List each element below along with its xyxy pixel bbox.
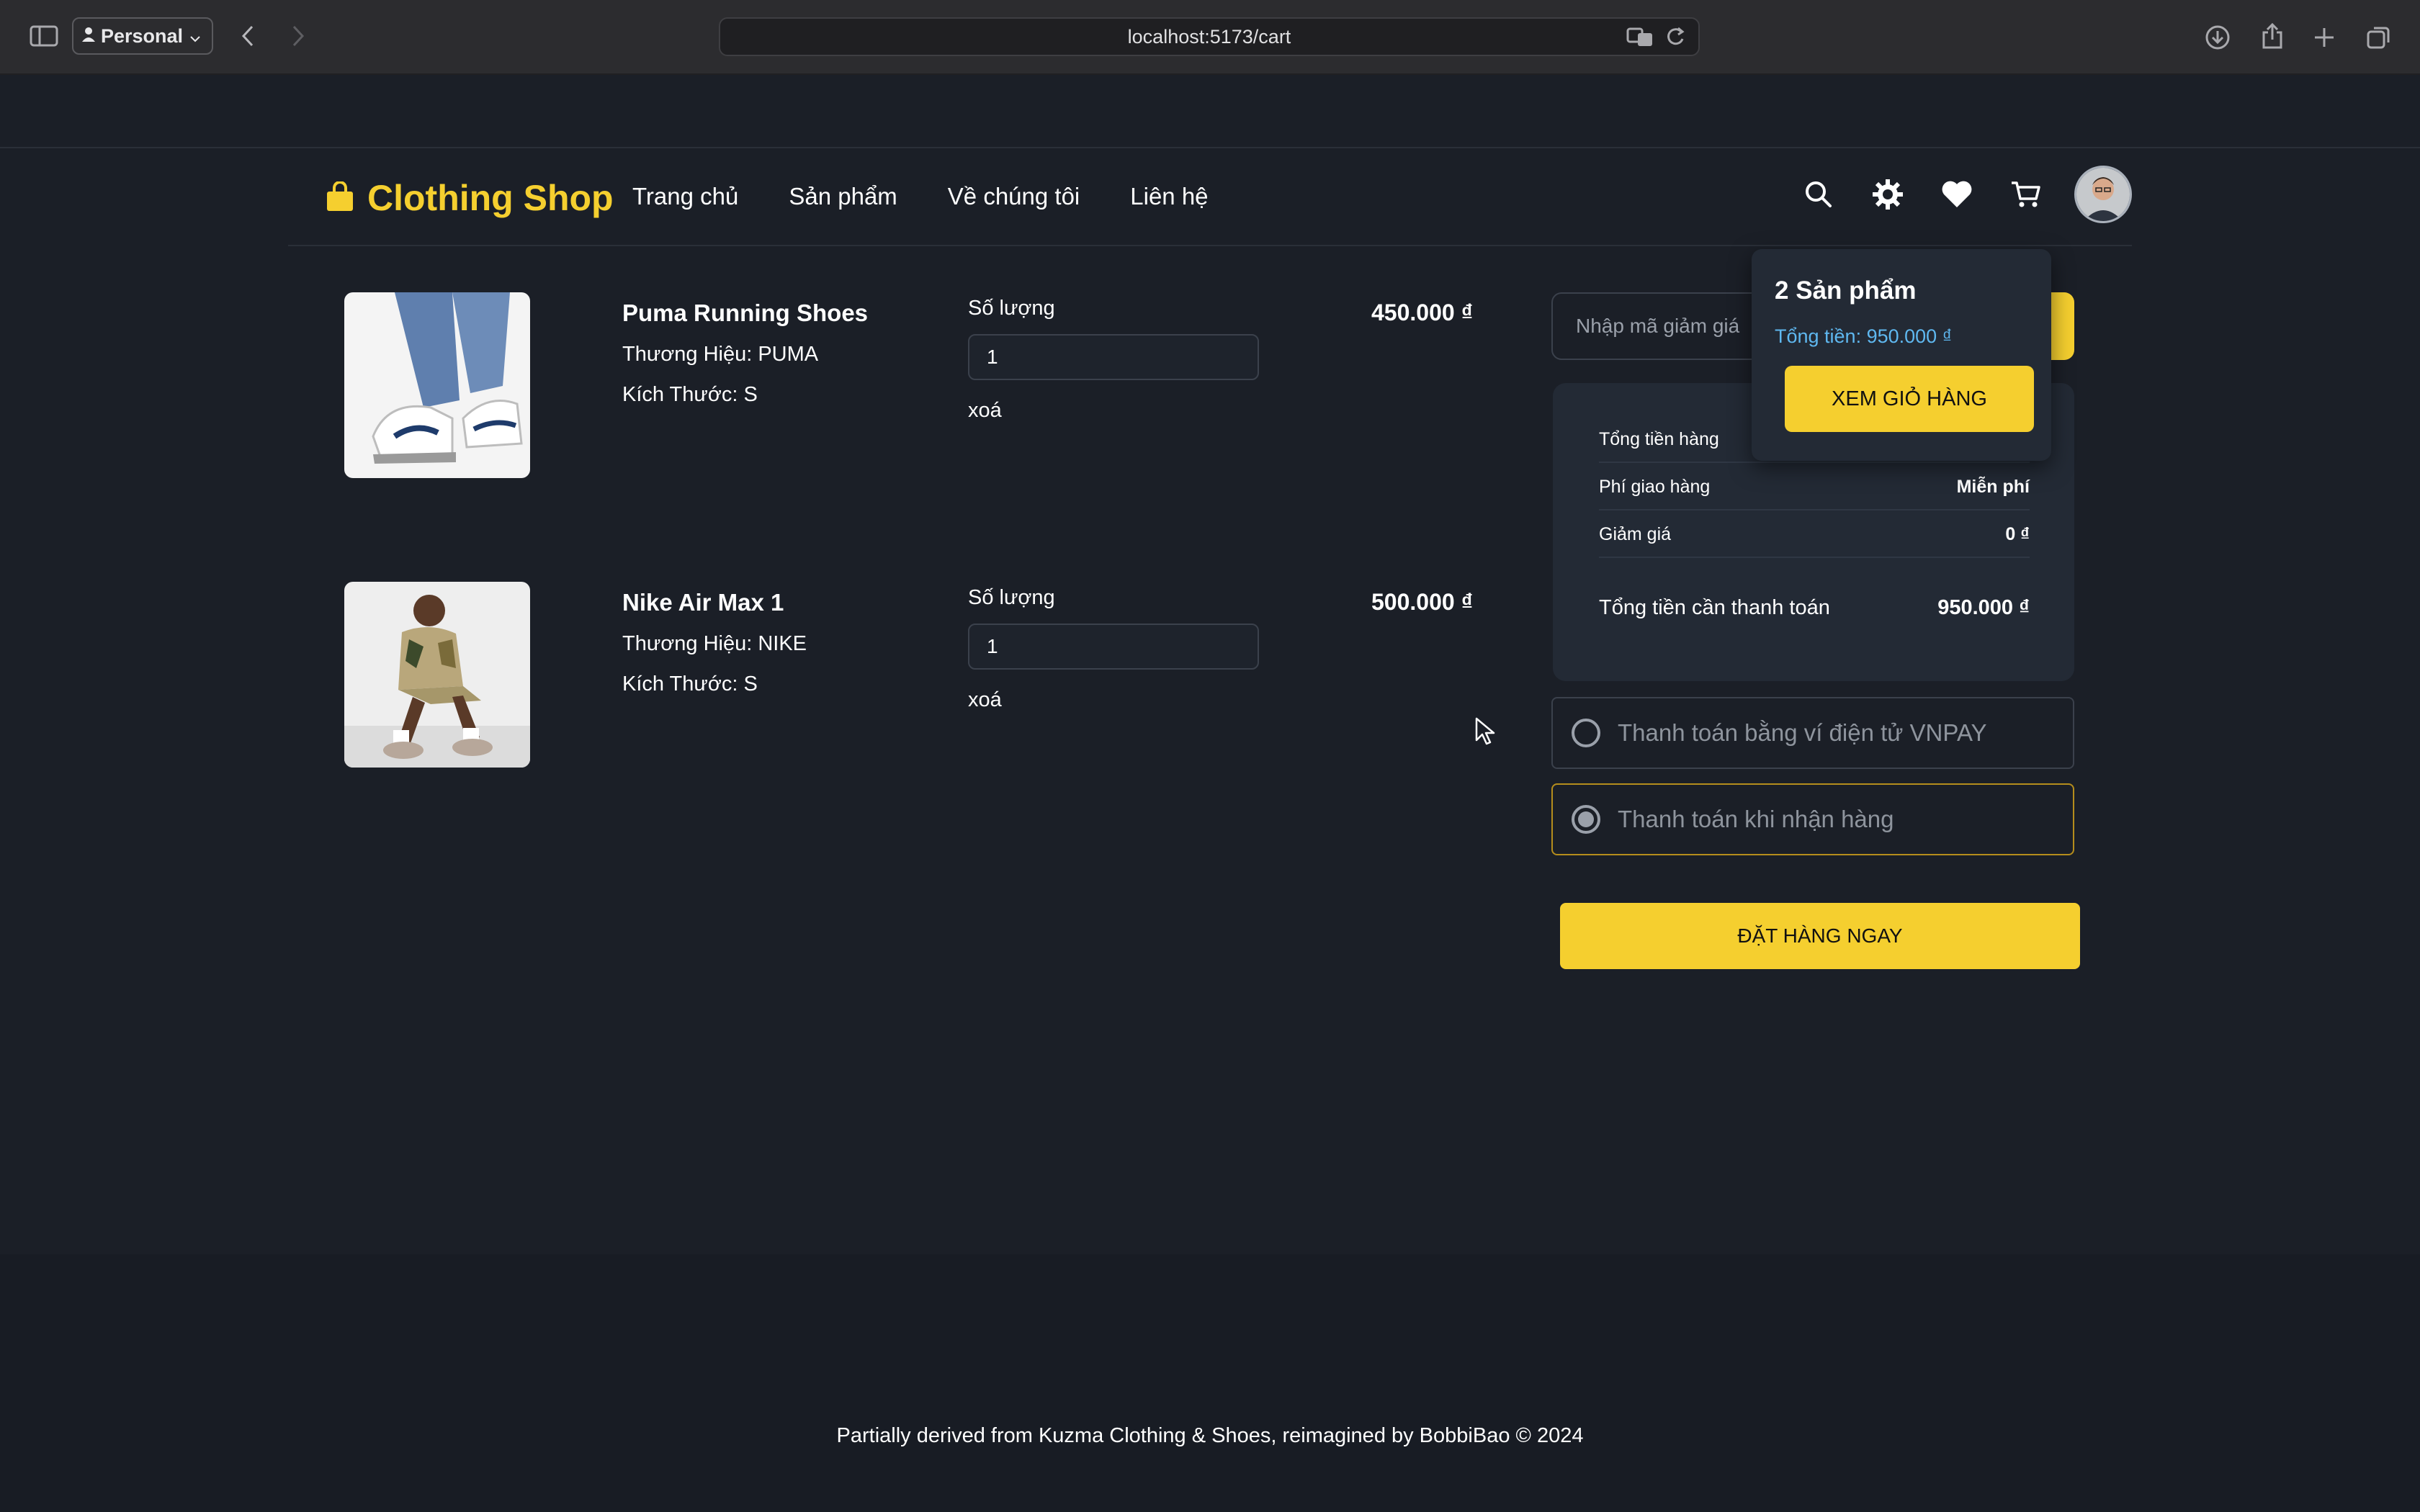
downloads-icon[interactable] [2200, 22, 2236, 53]
payment-option-label: Thanh toán khi nhận hàng [1618, 806, 1894, 832]
payment-option-vnpay[interactable]: Thanh toán bằng ví điện tử VNPAY [1551, 697, 2074, 769]
nav-link-home[interactable]: Trang chủ [632, 183, 738, 210]
brand-logo[interactable]: Clothing Shop [326, 177, 614, 219]
theme-toggle-sun-icon[interactable] [1867, 174, 1909, 215]
item-price: 500.000 ₫ [1371, 589, 1473, 615]
mini-cart-count: 2 Sản phẩm [1775, 276, 1917, 305]
reload-icon[interactable] [1665, 26, 1685, 53]
nav-link-about[interactable]: Về chúng tôi [948, 183, 1080, 210]
chevron-down-icon [190, 25, 200, 48]
cart-item: Nike Air Max 1 Thương Hiệu: NIKE Kích Th… [344, 582, 1497, 769]
new-tab-icon[interactable] [2306, 22, 2342, 53]
shopping-bag-icon [326, 180, 354, 215]
user-avatar[interactable] [2074, 166, 2132, 223]
sidebar-toggle-icon[interactable] [26, 22, 62, 50]
mini-cart-popup: 2 Sản phẩm Tổng tiền: 950.000 ₫ XEM GIỎ … [1752, 249, 2051, 461]
summary-row-shipping: Phí giao hàng Miễn phí [1599, 477, 2030, 510]
summary-value: Miễn phí [1956, 477, 2030, 497]
header-actions [1798, 166, 2132, 223]
main-nav: Trang chủ Sản phẩm Về chúng tôi Liên hệ [632, 183, 1209, 210]
search-icon[interactable] [1798, 174, 1839, 215]
mouse-cursor-icon [1475, 717, 1497, 750]
summary-row-total: Tổng tiền cần thanh toán 950.000 ₫ [1599, 596, 2030, 631]
remove-item-link[interactable]: xoá [968, 399, 1002, 423]
url-text: localhost:5173/cart [1127, 25, 1291, 48]
product-image-nike[interactable] [344, 582, 530, 768]
mini-cart-total: Tổng tiền: 950.000 ₫ [1775, 325, 1953, 347]
back-icon[interactable] [235, 22, 261, 50]
remove-item-link[interactable]: xoá [968, 688, 1002, 712]
radio-button[interactable] [1572, 719, 1600, 747]
translate-icon[interactable] [1626, 26, 1655, 53]
browser-toolbar: Personal localhost:5173/cart [0, 0, 2420, 75]
coupon-placeholder: Nhập mã giảm giá [1576, 315, 1740, 337]
quantity-input[interactable] [968, 334, 1259, 380]
payment-option-label: Thanh toán bằng ví điện tử VNPAY [1618, 719, 1987, 746]
total-label: Tổng tiền cần thanh toán [1599, 596, 1830, 619]
radio-button-selected[interactable] [1572, 805, 1600, 834]
product-size: Kích Thước: S [622, 672, 758, 696]
quantity-label: Số lượng [968, 586, 1055, 609]
payment-option-cod[interactable]: Thanh toán khi nhận hàng [1551, 783, 2074, 855]
site-header: Clothing Shop Trang chủ Sản phẩm Về chún… [288, 148, 2132, 246]
quantity-label: Số lượng [968, 297, 1055, 320]
summary-label: Phí giao hàng [1599, 477, 1711, 497]
product-size: Kích Thước: S [622, 383, 758, 406]
product-brand: Thương Hiệu: NIKE [622, 632, 807, 655]
item-price: 450.000 ₫ [1371, 300, 1473, 325]
product-image-puma[interactable] [344, 292, 530, 478]
forward-icon[interactable] [285, 22, 311, 50]
share-icon[interactable] [2254, 20, 2290, 52]
brand-name: Clothing Shop [367, 178, 614, 218]
summary-label: Tổng tiền hàng [1599, 429, 1719, 449]
heart-icon[interactable] [1936, 174, 1978, 215]
total-value: 950.000 ₫ [1937, 596, 2030, 619]
product-name[interactable]: Puma Running Shoes [622, 300, 868, 327]
footer-text: Partially derived from Kuzma Clothing & … [836, 1424, 1584, 1447]
profile-switcher[interactable]: Personal [72, 17, 213, 55]
summary-value: 0 ₫ [2005, 524, 2030, 544]
person-icon [82, 25, 95, 48]
site-footer: Partially derived from Kuzma Clothing & … [0, 1254, 2420, 1512]
cart-icon[interactable] [2005, 174, 2047, 215]
view-cart-button[interactable]: XEM GIỎ HÀNG [1785, 366, 2034, 432]
product-name[interactable]: Nike Air Max 1 [622, 589, 784, 616]
address-bar[interactable]: localhost:5173/cart [719, 17, 1700, 56]
summary-row-discount: Giảm giá 0 ₫ [1599, 524, 2030, 558]
nav-link-contact[interactable]: Liên hệ [1130, 183, 1208, 210]
tab-overview-icon[interactable] [2361, 22, 2397, 53]
product-brand: Thương Hiệu: PUMA [622, 343, 819, 366]
summary-label: Giảm giá [1599, 524, 1672, 544]
top-band [0, 75, 2420, 148]
nav-link-products[interactable]: Sản phẩm [789, 183, 897, 210]
quantity-input[interactable] [968, 624, 1259, 670]
place-order-button[interactable]: ĐẶT HÀNG NGAY [1560, 903, 2080, 969]
profile-label: Personal [101, 24, 184, 47]
cart-item: Puma Running Shoes Thương Hiệu: PUMA Kíc… [344, 292, 1497, 480]
